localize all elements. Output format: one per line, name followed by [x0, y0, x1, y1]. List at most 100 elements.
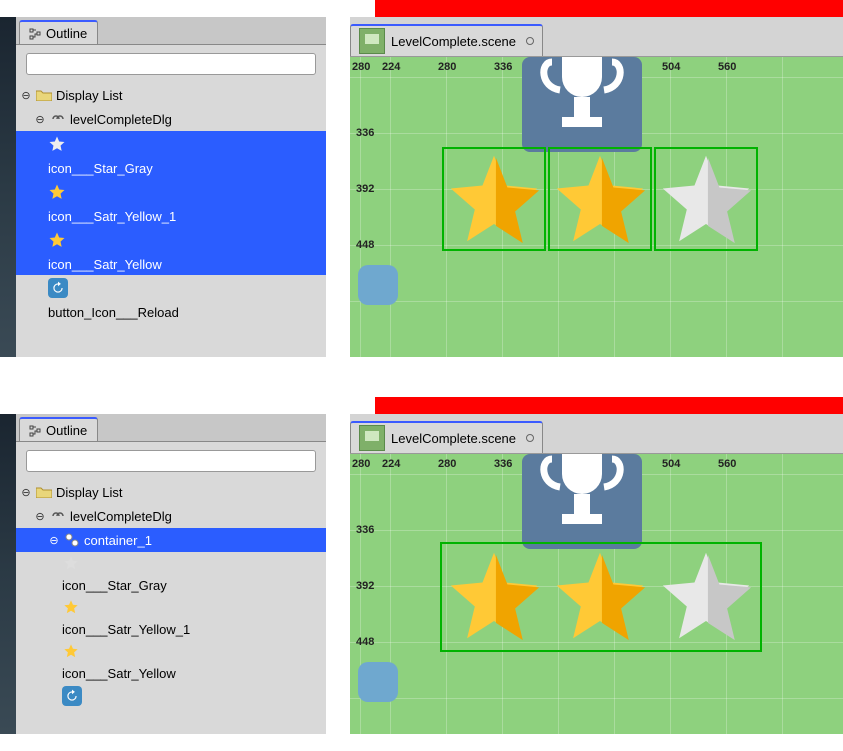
scene-thumbnail-icon [359, 28, 385, 54]
ruler-x: 560 [718, 61, 736, 73]
tree-label: icon___Satr_Yellow [62, 666, 176, 681]
tree-leaf-star-yellow-1-label[interactable]: icon___Satr_Yellow_1 [16, 618, 326, 640]
star-yellow-sprite[interactable] [552, 151, 648, 247]
outline-tab[interactable]: Outline [19, 417, 98, 441]
star-yellow-sprite[interactable] [446, 548, 542, 644]
tree-node-levelcompletedlg[interactable]: ⊖ levelCompleteDlg [16, 504, 326, 528]
ruler-y: 336 [356, 127, 374, 139]
tree-leaf-star-yellow-1[interactable] [16, 179, 326, 205]
tree-label: levelCompleteDlg [70, 112, 172, 127]
star-yellow-icon [62, 642, 80, 660]
partial-sprite [358, 662, 398, 702]
trophy-card [522, 57, 642, 152]
ruler-y: 448 [356, 239, 374, 251]
star-gray-icon [48, 135, 66, 153]
tree-leaf-star-gray[interactable] [16, 131, 326, 157]
folder-icon [35, 483, 53, 501]
star-yellow-sprite[interactable] [552, 548, 648, 644]
partial-sprite [358, 265, 398, 305]
tree-leaf-star-yellow[interactable] [16, 227, 326, 253]
star-gray-icon [62, 554, 80, 572]
scene-tab-label: LevelComplete.scene [391, 34, 516, 49]
tree-leaf-star-yellow[interactable] [16, 640, 326, 662]
link-prefab-icon [49, 110, 67, 128]
scene-canvas[interactable]: 280 224 280 336 392 448 504 560 336 392 … [350, 454, 843, 734]
tree-root-display-list[interactable]: ⊖ Display List [16, 480, 326, 504]
collapse-icon[interactable]: ⊖ [20, 486, 32, 499]
outline-filter-input[interactable] [26, 53, 316, 75]
outline-tree-icon [28, 424, 42, 438]
star-gray-sprite[interactable] [658, 548, 754, 644]
scene-tab[interactable]: LevelComplete.scene [350, 24, 543, 56]
trophy-icon [522, 57, 642, 152]
outline-tree-icon [28, 27, 42, 41]
outline-panel: Outline ⊖ Display List ⊖ levelC [16, 414, 326, 734]
tree-leaf-star-yellow-1-label[interactable]: icon___Satr_Yellow_1 [16, 205, 326, 227]
ruler-x: 280 [438, 61, 456, 73]
desktop-sliver [0, 414, 16, 734]
tree-label: icon___Satr_Yellow_1 [62, 622, 190, 637]
top-marker-bar [375, 0, 843, 17]
scene-panel: LevelComplete.scene 28 [350, 17, 843, 357]
outline-filter-input[interactable] [26, 450, 316, 472]
star-gray-sprite[interactable] [658, 151, 754, 247]
dirty-indicator-icon [526, 37, 534, 45]
mid-marker-bar [375, 397, 843, 414]
ruler-x: 224 [382, 458, 400, 470]
tree-label: Display List [56, 88, 122, 103]
outline-tab-bar: Outline [16, 17, 326, 45]
ruler-x: 504 [662, 458, 680, 470]
tree-leaf-star-yellow-label[interactable]: icon___Satr_Yellow [16, 662, 326, 684]
tree-leaf-star-gray[interactable] [16, 552, 326, 574]
trophy-card [522, 454, 642, 549]
scene-tab-bar: LevelComplete.scene [350, 414, 843, 454]
ruler-y: 392 [356, 183, 374, 195]
collapse-icon[interactable]: ⊖ [20, 89, 32, 102]
outline-tree: ⊖ Display List ⊖ levelCompleteDlg ⊖ [16, 480, 326, 734]
tree-label: icon___Satr_Yellow [48, 257, 162, 272]
outline-panel: Outline ⊖ Display List ⊖ levelC [16, 17, 326, 357]
scene-tab-bar: LevelComplete.scene [350, 17, 843, 57]
scene-tab-label: LevelComplete.scene [391, 431, 516, 446]
ruler-y: 336 [356, 524, 374, 536]
collapse-icon[interactable]: ⊖ [48, 534, 60, 547]
tree-leaf-reload-icon[interactable] [16, 684, 326, 708]
tree-label: icon___Satr_Yellow_1 [48, 209, 176, 224]
scene-tab[interactable]: LevelComplete.scene [350, 421, 543, 453]
tree-node-levelcompletedlg[interactable]: ⊖ levelCompleteDlg [16, 107, 326, 131]
tree-label: icon___Star_Gray [62, 578, 167, 593]
tree-root-display-list[interactable]: ⊖ Display List [16, 83, 326, 107]
outline-tree: ⊖ Display List ⊖ levelCompleteDlg [16, 83, 326, 357]
tree-node-container1[interactable]: ⊖ container_1 [16, 528, 326, 552]
star-yellow-icon [62, 598, 80, 616]
tree-label: container_1 [84, 533, 152, 548]
ruler-x: 280 [352, 458, 370, 470]
ruler-y: 448 [356, 636, 374, 648]
ruler-x: 504 [662, 61, 680, 73]
container-icon [63, 531, 81, 549]
tree-leaf-star-yellow-label[interactable]: icon___Satr_Yellow [16, 253, 326, 275]
ruler-x: 336 [494, 61, 512, 73]
outline-tab-label: Outline [46, 423, 87, 438]
folder-icon [35, 86, 53, 104]
tree-leaf-star-gray-label[interactable]: icon___Star_Gray [16, 157, 326, 179]
ruler-y: 392 [356, 580, 374, 592]
tree-leaf-reload-label[interactable]: button_Icon___Reload [16, 301, 326, 323]
star-yellow-icon [48, 183, 66, 201]
tree-leaf-star-yellow-1[interactable] [16, 596, 326, 618]
dirty-indicator-icon [526, 434, 534, 442]
scene-thumbnail-icon [359, 425, 385, 451]
desktop-sliver [0, 17, 16, 357]
outline-tab[interactable]: Outline [19, 20, 98, 44]
tree-label: button_Icon___Reload [48, 305, 179, 320]
scene-canvas[interactable]: 280 224 280 336 392 448 504 560 336 392 … [350, 57, 843, 357]
tree-leaf-star-gray-label[interactable]: icon___Star_Gray [16, 574, 326, 596]
tree-leaf-reload-icon[interactable] [16, 275, 326, 301]
collapse-icon[interactable]: ⊖ [34, 113, 46, 126]
outline-tab-label: Outline [46, 26, 87, 41]
trophy-icon [522, 454, 642, 549]
collapse-icon[interactable]: ⊖ [34, 510, 46, 523]
outline-tab-bar: Outline [16, 414, 326, 442]
ruler-x: 280 [352, 61, 370, 73]
star-yellow-sprite[interactable] [446, 151, 542, 247]
